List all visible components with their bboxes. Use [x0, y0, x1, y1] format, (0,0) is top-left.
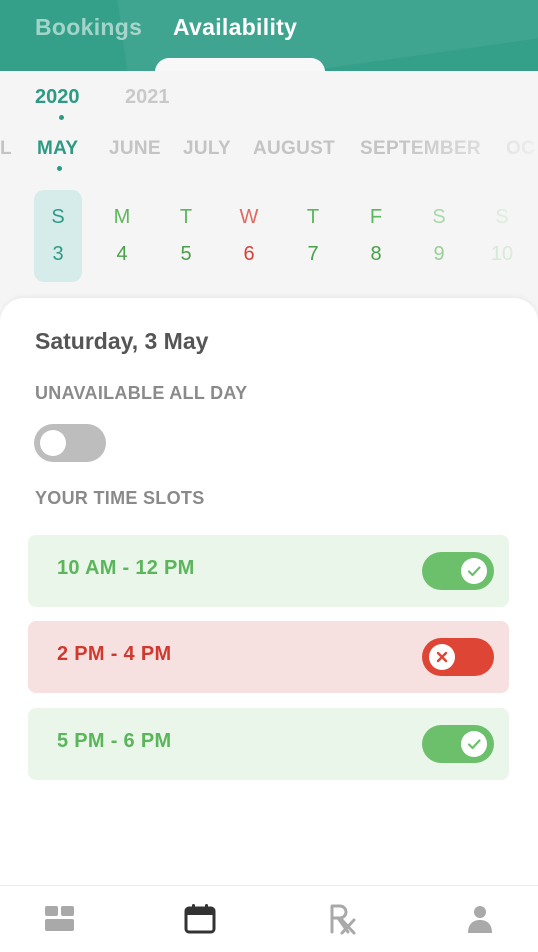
- day-6[interactable]: W 6: [225, 190, 273, 282]
- day-9[interactable]: S 9: [415, 190, 463, 282]
- prescription-icon: [330, 904, 356, 935]
- day-3[interactable]: S 3: [34, 190, 82, 282]
- active-tab-indicator: [155, 58, 325, 71]
- selected-year-dot: [59, 115, 64, 120]
- toggle-knob: [461, 558, 487, 584]
- month-june[interactable]: JUNE: [109, 138, 161, 160]
- day-10[interactable]: S 10: [478, 190, 526, 282]
- time-slot-label: 2 PM - 4 PM: [57, 643, 172, 665]
- day-selector: S 3 M 4 T 5 W 6 T 7 F 8 S 9 S 10: [0, 190, 538, 285]
- unavailable-all-day-toggle[interactable]: [34, 424, 106, 462]
- toggle-knob: [461, 731, 487, 757]
- day-letter: M: [113, 206, 131, 228]
- day-letter: F: [369, 206, 383, 228]
- time-slot-toggle[interactable]: [422, 638, 494, 676]
- check-icon: [467, 566, 481, 577]
- month-may[interactable]: MAY: [37, 138, 78, 160]
- day-letter: T: [306, 206, 320, 228]
- time-slot: 2 PM - 4 PM: [28, 621, 509, 693]
- bottom-navigation: [0, 885, 538, 952]
- day-8[interactable]: F 8: [352, 190, 400, 282]
- time-slot: 5 PM - 6 PM: [28, 708, 509, 780]
- calendar-icon: [184, 904, 216, 934]
- day-number: 6: [243, 243, 255, 265]
- time-slot-label: 5 PM - 6 PM: [57, 730, 172, 752]
- time-slot: 10 AM - 12 PM: [28, 535, 509, 607]
- time-slot-toggle[interactable]: [422, 725, 494, 763]
- time-slot-label: 10 AM - 12 PM: [57, 557, 195, 579]
- month-item[interactable]: L: [0, 138, 12, 160]
- tab-availability[interactable]: Availability: [173, 14, 297, 41]
- month-august[interactable]: AUGUST: [253, 138, 335, 160]
- nav-calendar[interactable]: [183, 902, 217, 936]
- year-selector: 2020 2021: [0, 86, 538, 126]
- dashboard-icon: [45, 906, 74, 931]
- nav-dashboard[interactable]: [43, 902, 77, 936]
- month-july[interactable]: JULY: [183, 138, 231, 160]
- app-header: Bookings Availability: [0, 0, 538, 71]
- day-4[interactable]: M 4: [98, 190, 146, 282]
- nav-prescriptions[interactable]: [326, 902, 360, 936]
- month-october[interactable]: OC: [506, 138, 535, 160]
- day-number: 10: [490, 243, 514, 265]
- tab-bookings[interactable]: Bookings: [35, 14, 142, 41]
- day-7[interactable]: T 7: [289, 190, 337, 282]
- time-slot-toggle[interactable]: [422, 552, 494, 590]
- day-letter: S: [51, 206, 65, 228]
- time-slots-label: YOUR TIME SLOTS: [35, 488, 205, 508]
- day-letter: S: [495, 206, 509, 228]
- day-letter: T: [179, 206, 193, 228]
- month-selector: L MAY JUNE JULY AUGUST SEPTEMBER OC: [0, 138, 538, 178]
- day-number: 8: [370, 243, 382, 265]
- year-2021[interactable]: 2021: [125, 86, 170, 109]
- close-icon: [436, 651, 448, 663]
- availability-card: Saturday, 3 May UNAVAILABLE ALL DAY YOUR…: [0, 298, 538, 898]
- day-number: 7: [307, 243, 319, 265]
- selected-date-title: Saturday, 3 May: [35, 328, 209, 354]
- check-icon: [467, 739, 481, 750]
- nav-profile[interactable]: [463, 902, 497, 936]
- day-letter: W: [239, 206, 259, 228]
- day-number: 5: [180, 243, 192, 265]
- selected-month-dot: [57, 166, 62, 171]
- day-number: 9: [433, 243, 445, 265]
- toggle-knob: [40, 430, 66, 456]
- year-2020[interactable]: 2020: [35, 86, 80, 109]
- toggle-knob: [429, 644, 455, 670]
- day-letter: S: [432, 206, 446, 228]
- month-september[interactable]: SEPTEMBER: [360, 138, 481, 160]
- day-number: 3: [52, 243, 64, 265]
- day-5[interactable]: T 5: [162, 190, 210, 282]
- unavailable-all-day-label: UNAVAILABLE ALL DAY: [35, 383, 248, 403]
- day-number: 4: [116, 243, 128, 265]
- profile-icon: [468, 906, 492, 933]
